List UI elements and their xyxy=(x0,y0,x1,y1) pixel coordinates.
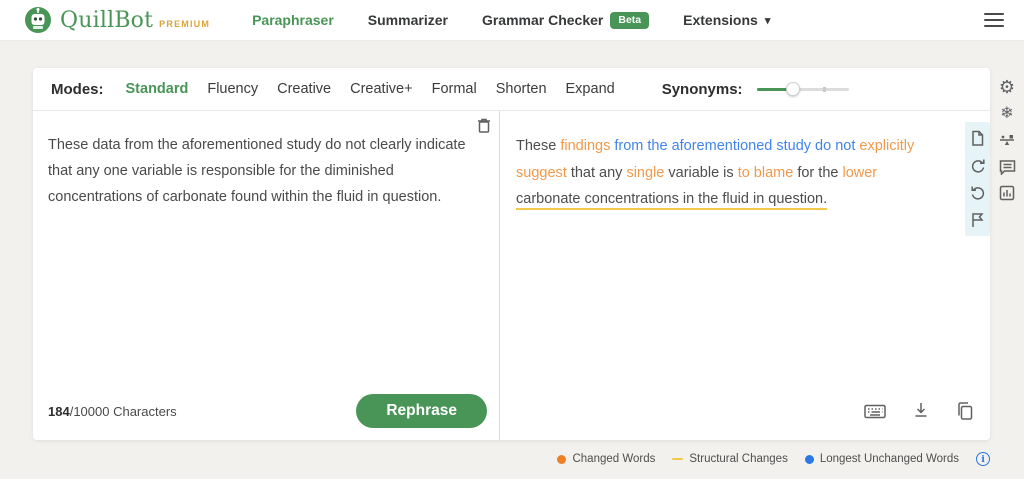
modes-bar: Modes: Standard Fluency Creative Creativ… xyxy=(33,68,990,111)
char-counter: 184/10000 Characters xyxy=(48,404,177,419)
flag-icon[interactable] xyxy=(970,212,985,228)
orange-dot-icon xyxy=(557,455,566,464)
output-segment[interactable]: variable is xyxy=(668,165,737,181)
char-count-limit: /10000 Characters xyxy=(70,404,177,419)
nav-summarizer[interactable]: Summarizer xyxy=(368,12,448,28)
output-segment[interactable]: that any xyxy=(571,165,627,181)
beta-badge: Beta xyxy=(610,12,649,29)
keyboard-icon[interactable] xyxy=(864,404,886,419)
chevron-down-icon: ▾ xyxy=(765,14,771,27)
legend-structural-changes: Structural Changes xyxy=(672,453,787,465)
top-navbar: QuillBot PREMIUM Paraphraser Summarizer … xyxy=(0,0,1024,41)
output-segment[interactable]: from the aforementioned study do not xyxy=(614,138,859,154)
input-textarea[interactable]: These data from the aforementioned study… xyxy=(33,111,499,210)
output-segment[interactable]: lower xyxy=(842,165,877,181)
nav-extensions-label: Extensions xyxy=(683,12,758,28)
redo-icon[interactable] xyxy=(970,158,986,174)
copy-icon[interactable] xyxy=(956,402,974,421)
nav-paraphraser[interactable]: Paraphraser xyxy=(252,12,334,28)
yellow-dash-icon xyxy=(672,458,683,461)
char-count-value: 184 xyxy=(48,404,70,419)
mode-creative[interactable]: Creative xyxy=(277,81,331,97)
freeze-words-icon[interactable]: ❄ xyxy=(1000,106,1013,122)
output-text[interactable]: These findings from the aforementioned s… xyxy=(500,111,990,213)
compare-icon[interactable] xyxy=(998,132,1016,149)
mode-creative-plus[interactable]: Creative+ xyxy=(350,81,412,97)
mode-expand[interactable]: Expand xyxy=(566,81,615,97)
side-toolbar: ⚙ ❄ xyxy=(994,78,1020,201)
output-segment[interactable]: single xyxy=(626,165,668,181)
mode-shorten[interactable]: Shorten xyxy=(496,81,547,97)
mode-fluency[interactable]: Fluency xyxy=(207,81,258,97)
new-document-icon[interactable] xyxy=(970,130,985,147)
rephrase-button[interactable]: Rephrase xyxy=(356,394,487,428)
input-panel: These data from the aforementioned study… xyxy=(33,111,500,440)
hamburger-icon[interactable] xyxy=(984,13,1004,31)
nav-grammar-checker-label: Grammar Checker xyxy=(482,12,603,28)
legend-label: Longest Unchanged Words xyxy=(820,453,959,465)
legend-changed-words: Changed Words xyxy=(557,453,655,465)
paraphraser-card: Modes: Standard Fluency Creative Creativ… xyxy=(33,68,990,440)
nav-grammar-checker[interactable]: Grammar Checker Beta xyxy=(482,12,649,29)
undo-icon[interactable] xyxy=(970,185,986,201)
output-segment[interactable]: carbonate concentrations in the fluid in… xyxy=(516,191,827,207)
output-panel: These findings from the aforementioned s… xyxy=(500,111,990,440)
output-segment[interactable]: to blame xyxy=(738,165,798,181)
quillbot-robot-icon xyxy=(24,6,52,34)
legend-label: Changed Words xyxy=(572,453,655,465)
modes-label: Modes: xyxy=(51,81,104,98)
feedback-icon[interactable] xyxy=(999,159,1016,175)
main-nav: Paraphraser Summarizer Grammar Checker B… xyxy=(252,12,770,29)
output-segment[interactable]: findings xyxy=(560,138,614,154)
info-icon[interactable]: i xyxy=(976,452,990,466)
premium-badge: PREMIUM xyxy=(159,19,210,29)
legend-longest-unchanged: Longest Unchanged Words xyxy=(805,453,959,465)
synonyms-label: Synonyms: xyxy=(662,81,743,98)
trash-icon[interactable] xyxy=(476,117,492,139)
download-icon[interactable] xyxy=(913,402,929,420)
mode-formal[interactable]: Formal xyxy=(432,81,477,97)
editor-panels: These data from the aforementioned study… xyxy=(33,111,990,440)
output-toolbar xyxy=(965,122,990,236)
quillbot-logo[interactable]: QuillBot PREMIUM xyxy=(24,6,210,34)
slider-handle[interactable] xyxy=(786,82,800,96)
blue-dot-icon xyxy=(805,455,814,464)
statistics-icon[interactable] xyxy=(999,185,1015,201)
legend-label: Structural Changes xyxy=(689,453,787,465)
nav-extensions[interactable]: Extensions ▾ xyxy=(683,12,770,28)
legend: Changed Words Structural Changes Longest… xyxy=(557,452,990,466)
output-footer xyxy=(864,382,990,440)
mode-standard[interactable]: Standard xyxy=(126,81,189,97)
output-segment[interactable]: for the xyxy=(797,165,842,181)
gear-icon[interactable]: ⚙ xyxy=(999,78,1015,96)
synonyms-slider[interactable] xyxy=(757,82,849,96)
output-segment[interactable]: These xyxy=(516,138,560,154)
brand-name: QuillBot xyxy=(60,8,153,33)
input-footer: 184/10000 Characters Rephrase xyxy=(33,382,499,440)
slider-tick xyxy=(823,87,826,92)
